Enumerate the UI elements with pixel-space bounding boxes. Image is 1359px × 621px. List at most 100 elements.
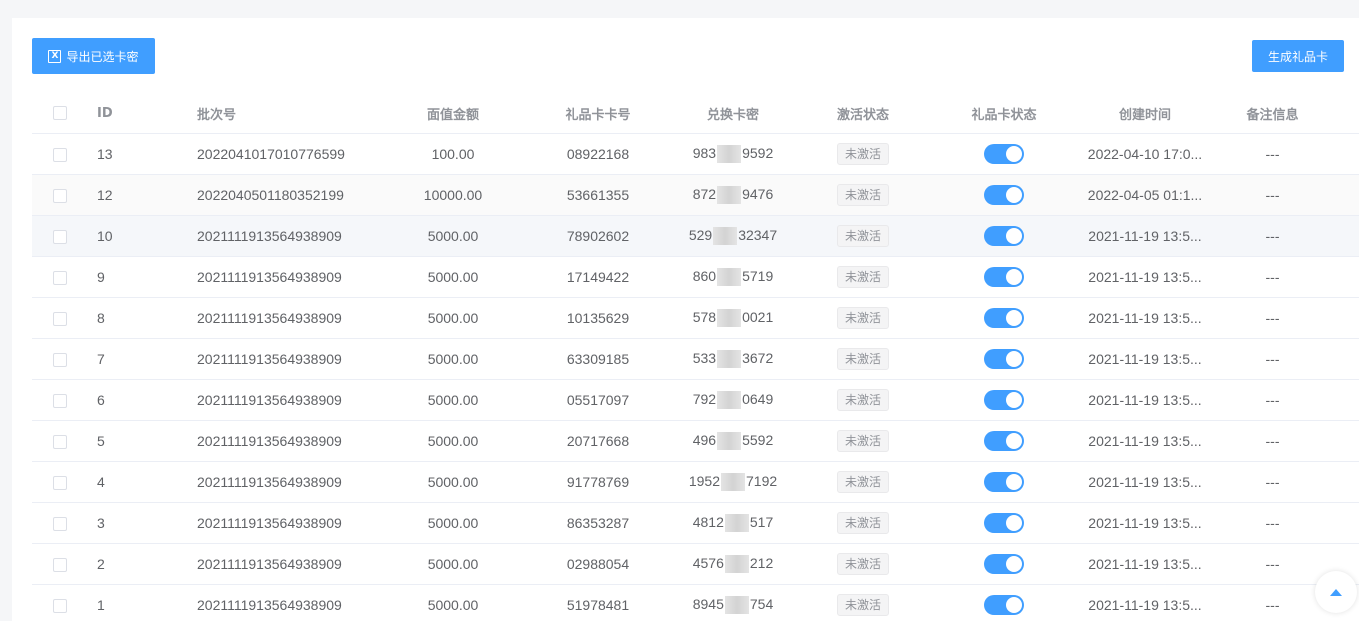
card-status-switch[interactable]	[984, 472, 1024, 492]
cell-id: 3	[97, 515, 105, 531]
back-to-top-button[interactable]	[1315, 571, 1357, 613]
cell-batch: 2021111913564938909	[197, 392, 342, 408]
password-start: 4812	[692, 513, 724, 530]
table-row[interactable]: 2 2021111913564938909 5000.00 02988054 4576 2…	[32, 544, 1359, 585]
header-created: 创建时间	[1118, 107, 1171, 123]
cell-amount: 5000.00	[427, 351, 479, 367]
cell-batch: 2021111913564938909	[197, 474, 342, 490]
card-status-switch[interactable]	[984, 226, 1024, 246]
password-mask	[724, 596, 749, 615]
cell-created: 2021-11-19 13:5...	[1088, 433, 1202, 449]
card-status-switch[interactable]	[984, 431, 1024, 451]
cell-created: 2021-11-19 13:5...	[1088, 515, 1202, 531]
password-start: 860	[692, 267, 717, 284]
password-start: 1952	[688, 472, 720, 489]
cell-password: 496 5592	[678, 431, 788, 451]
row-checkbox[interactable]	[53, 435, 67, 450]
card-status-switch[interactable]	[984, 185, 1024, 205]
password-start: 529	[688, 226, 713, 243]
row-checkbox[interactable]	[53, 312, 67, 327]
cell-amount: 5000.00	[427, 433, 479, 449]
row-checkbox[interactable]	[53, 148, 67, 163]
password-start: 496	[692, 431, 717, 448]
export-selected-label: 导出已选卡密	[66, 49, 139, 64]
row-checkbox[interactable]	[53, 271, 67, 286]
table-row[interactable]: 5 2021111913564938909 5000.00 20717668 496 55…	[32, 421, 1359, 462]
cell-amount: 5000.00	[427, 310, 479, 326]
card-status-switch[interactable]	[984, 554, 1024, 574]
card-status-switch[interactable]	[984, 308, 1024, 328]
activation-status-tag: 未激活	[836, 594, 889, 616]
cell-amount: 5000.00	[427, 556, 479, 572]
cell-amount: 5000.00	[427, 474, 479, 490]
table-row[interactable]: 7 2021111913564938909 5000.00 63309185 533 36…	[32, 339, 1359, 380]
password-mask	[717, 350, 742, 369]
table-row[interactable]: 8 2021111913564938909 5000.00 10135629 578 00…	[32, 298, 1359, 339]
table-row[interactable]: 13 2022041017010776599 100.00 08922168 983 95…	[32, 134, 1359, 175]
cell-batch: 2022041017010776599	[197, 146, 345, 162]
cell-card-no: 08922168	[566, 146, 630, 162]
select-all-checkbox[interactable]	[53, 106, 67, 120]
activation-status-tag: 未激活	[836, 348, 889, 370]
password-end: 0021	[742, 308, 774, 325]
cell-created: 2021-11-19 13:5...	[1088, 392, 1202, 408]
main-panel: X 导出已选卡密 生成礼品卡 ID 批次号 面值金额 礼品卡卡号 兑换卡密 激活…	[12, 18, 1359, 621]
row-checkbox[interactable]	[53, 394, 67, 409]
password-mask	[721, 473, 745, 492]
card-status-switch[interactable]	[984, 513, 1024, 533]
table-row[interactable]: 3 2021111913564938909 5000.00 86353287 4812 5…	[32, 503, 1359, 544]
export-selected-button[interactable]: X 导出已选卡密	[32, 38, 155, 74]
generate-gift-card-label: 生成礼品卡	[1267, 49, 1328, 64]
generate-gift-card-button[interactable]: 生成礼品卡	[1252, 40, 1344, 72]
cell-card-no: 05517097	[566, 392, 630, 408]
row-checkbox[interactable]	[53, 517, 67, 532]
row-checkbox[interactable]	[53, 353, 67, 368]
gift-card-table: ID 批次号 面值金额 礼品卡卡号 兑换卡密 激活状态 礼品卡状态 创建时间 备…	[32, 93, 1359, 621]
cell-created: 2022-04-10 17:0...	[1087, 146, 1203, 162]
activation-status-tag: 未激活	[836, 389, 889, 411]
password-start: 578	[692, 308, 717, 325]
password-end: 32347	[738, 226, 778, 243]
cell-card-no: 51978481	[566, 597, 630, 613]
card-status-switch[interactable]	[984, 144, 1024, 164]
excel-icon: X	[48, 49, 62, 63]
table-row[interactable]: 1 2021111913564938909 5000.00 51978481 8945 7…	[32, 585, 1359, 621]
table-row[interactable]: 12 2022040501180352199 10000.00 53661355 872…	[32, 175, 1359, 216]
card-status-switch[interactable]	[984, 595, 1024, 615]
cell-note: ---	[1265, 187, 1280, 203]
cell-created: 2021-11-19 13:5...	[1088, 597, 1202, 613]
activation-status-tag: 未激活	[836, 225, 889, 247]
card-status-switch[interactable]	[984, 267, 1024, 287]
row-checkbox[interactable]	[53, 189, 67, 204]
password-end: 7192	[746, 472, 778, 489]
cell-note: ---	[1265, 474, 1280, 490]
activation-status-tag: 未激活	[836, 430, 889, 452]
table-row[interactable]: 10 2021111913564938909 5000.00 78902602 529 3…	[32, 216, 1359, 257]
cell-id: 13	[97, 146, 113, 162]
password-end: 517	[749, 513, 774, 530]
card-status-switch[interactable]	[984, 349, 1024, 369]
cell-created: 2021-11-19 13:5...	[1088, 556, 1202, 572]
password-end: 3672	[742, 349, 774, 366]
row-checkbox[interactable]	[53, 558, 67, 573]
table-row[interactable]: 6 2021111913564938909 5000.00 05517097 792 06…	[32, 380, 1359, 421]
password-start: 983	[692, 144, 717, 161]
activation-status-tag: 未激活	[836, 143, 889, 165]
cell-note: ---	[1265, 597, 1280, 613]
table-row[interactable]: 9 2021111913564938909 5000.00 17149422 860 57…	[32, 257, 1359, 298]
cell-amount: 5000.00	[427, 515, 479, 531]
row-checkbox[interactable]	[53, 599, 67, 614]
cell-card-no: 53661355	[566, 187, 630, 203]
cell-batch: 2021111913564938909	[197, 310, 342, 326]
cell-id: 6	[97, 392, 105, 408]
header-id: ID	[97, 105, 113, 121]
password-end: 9592	[742, 144, 774, 161]
card-status-switch[interactable]	[984, 390, 1024, 410]
row-checkbox[interactable]	[53, 230, 67, 245]
cell-card-no: 20717668	[566, 433, 630, 449]
row-checkbox[interactable]	[53, 476, 67, 491]
table-row[interactable]: 4 2021111913564938909 5000.00 91778769 1952 7…	[32, 462, 1359, 503]
password-mask	[717, 186, 742, 205]
cell-amount: 5000.00	[427, 597, 479, 613]
header-note: 备注信息	[1246, 107, 1299, 123]
